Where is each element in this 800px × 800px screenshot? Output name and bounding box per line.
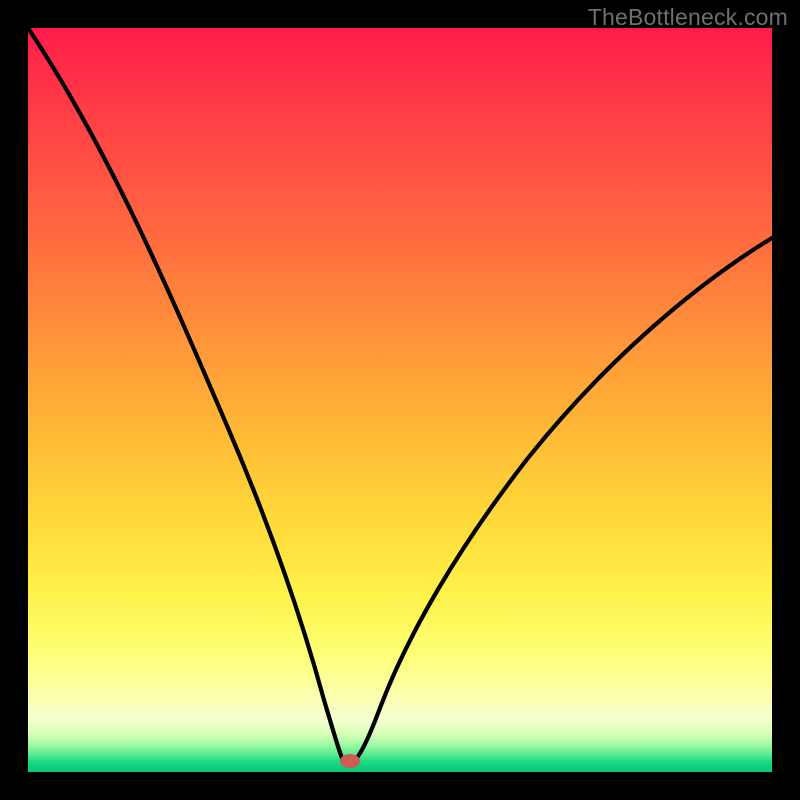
plot-area — [28, 28, 772, 772]
watermark-text: TheBottleneck.com — [588, 4, 788, 31]
chart-frame: TheBottleneck.com — [0, 0, 800, 800]
curve-layer — [28, 28, 772, 772]
bottleneck-curve-path — [28, 28, 772, 761]
bottleneck-marker — [340, 754, 360, 768]
